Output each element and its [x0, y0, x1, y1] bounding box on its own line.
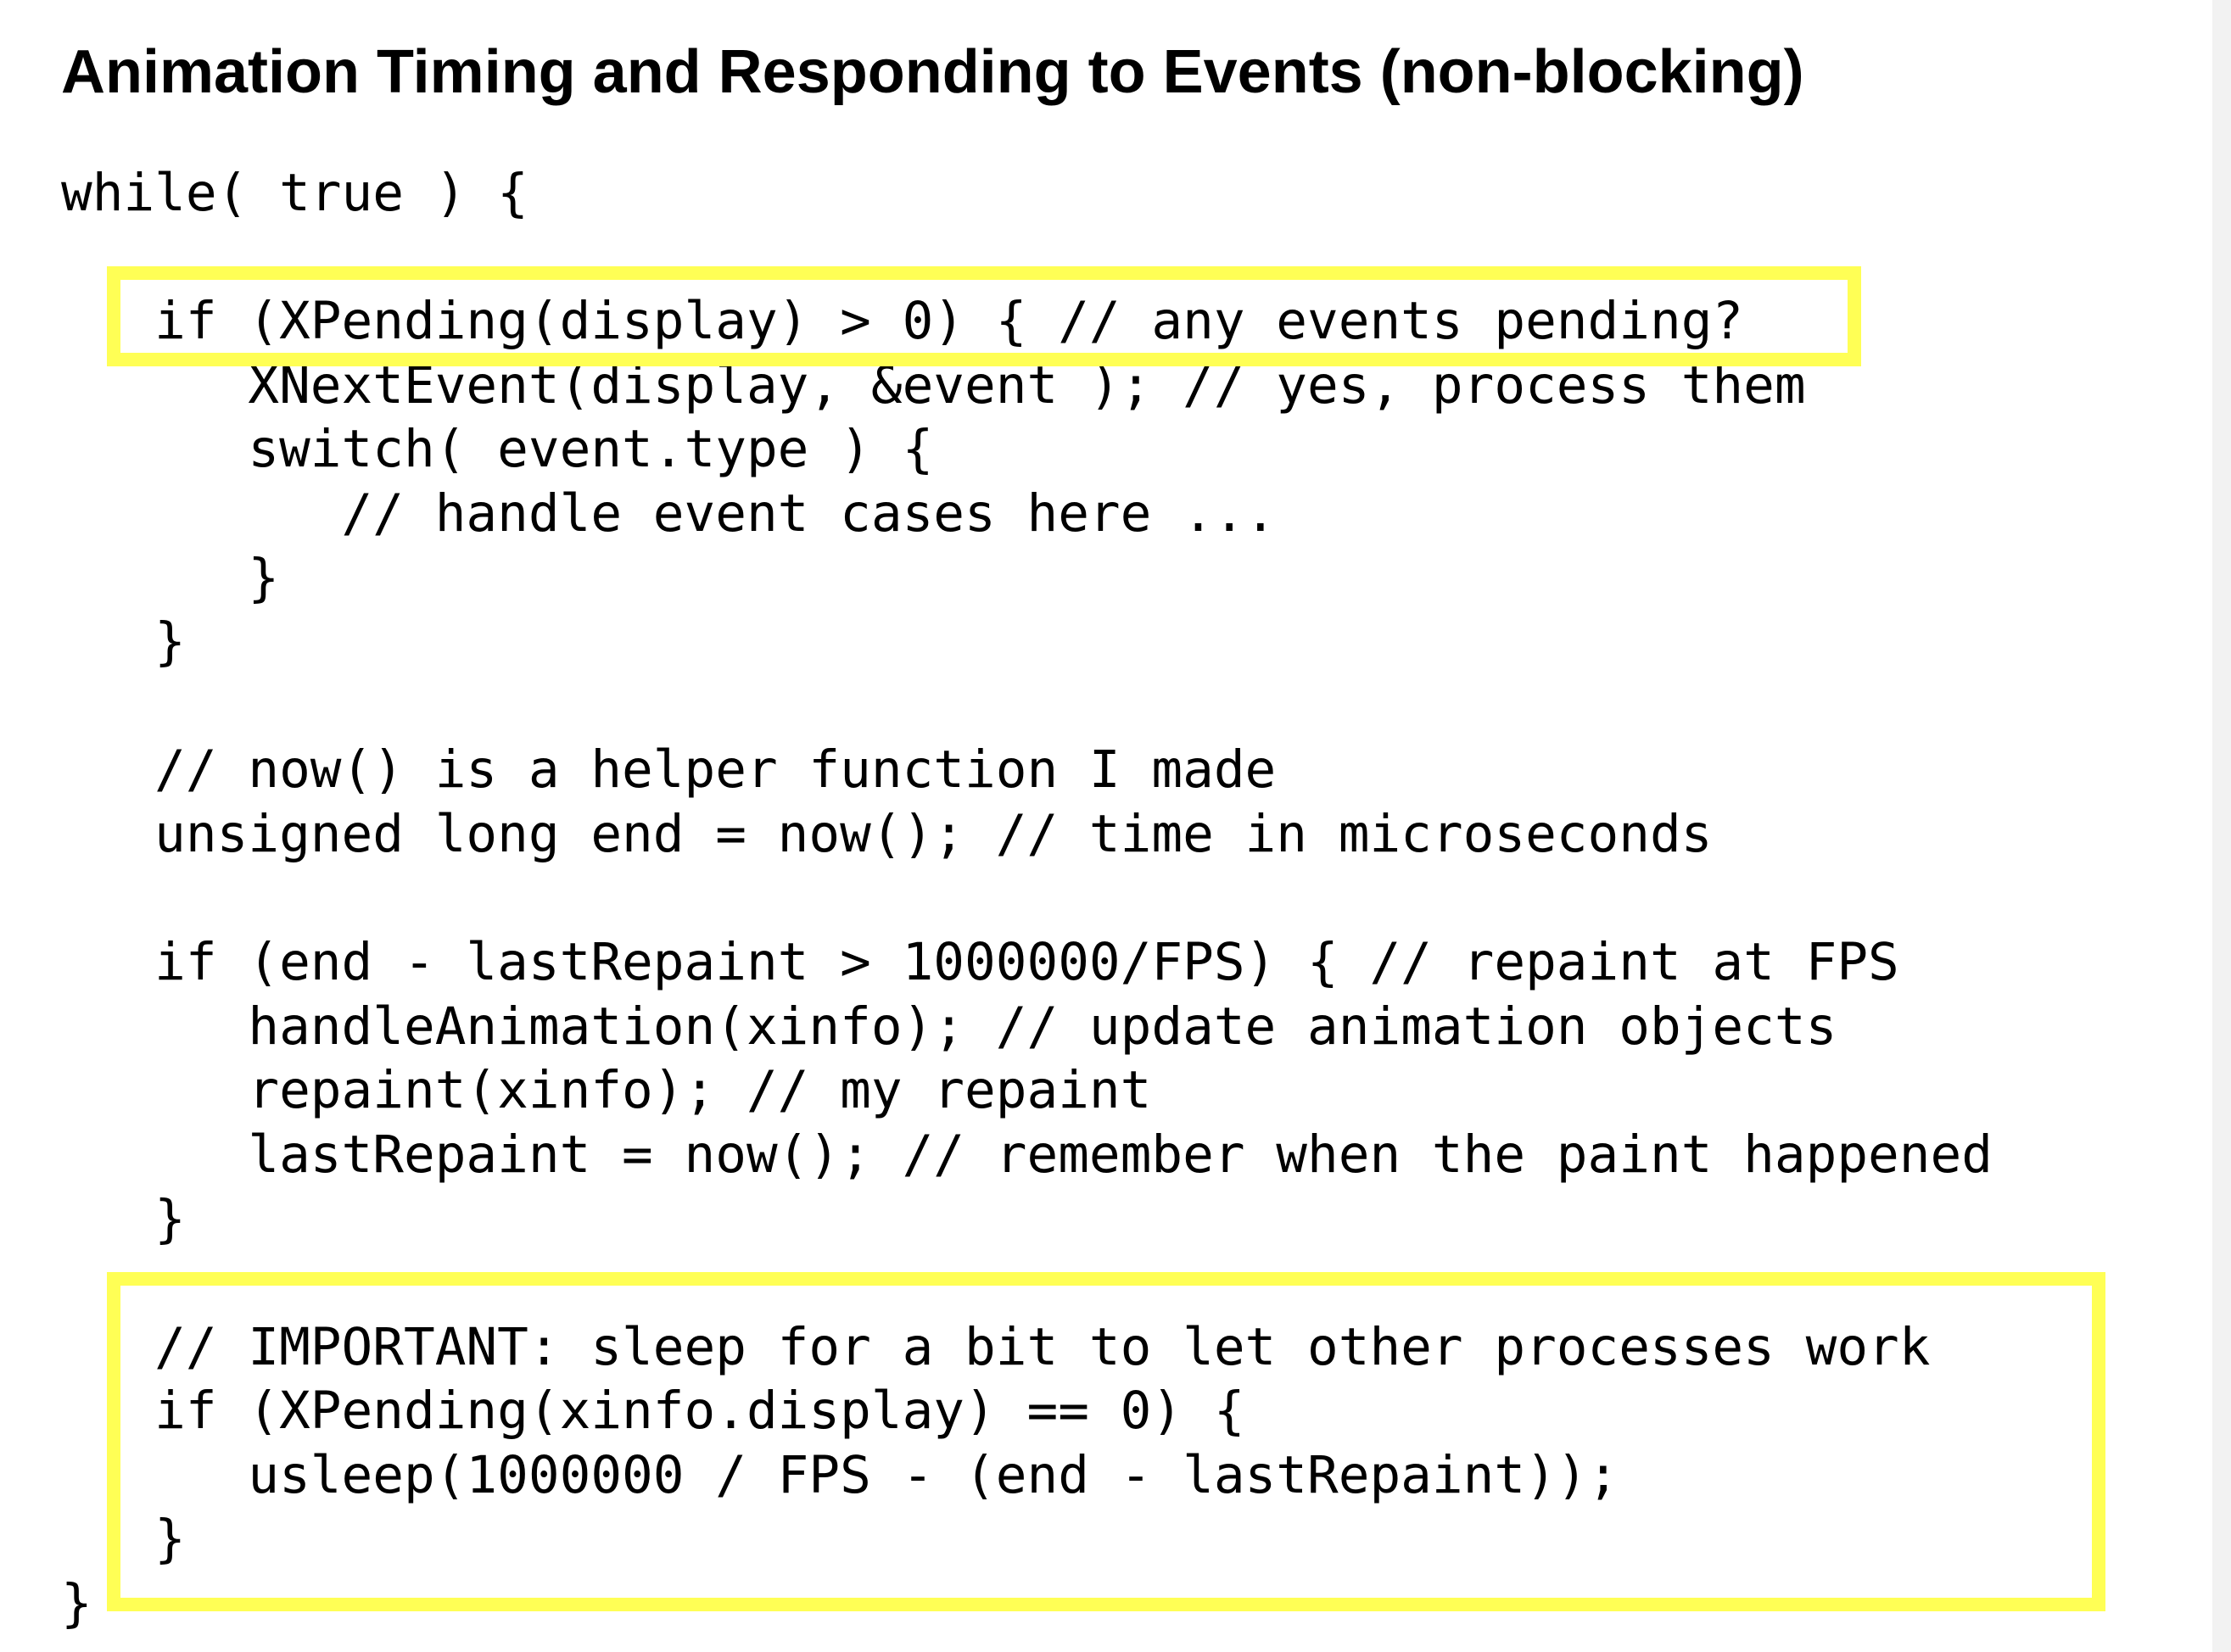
code-line: while( true ) { — [61, 163, 528, 223]
code-line: handleAnimation(xinfo); // update animat… — [61, 996, 1837, 1057]
code-line: // now() is a helper function I made — [61, 739, 1277, 801]
code-line: repaint(xinfo); // my repaint — [61, 1060, 1152, 1121]
code-line: // handle event cases here ... — [61, 483, 1277, 544]
code-line: if (end - lastRepaint > 1000000/FPS) { /… — [61, 932, 1899, 993]
code-line: } — [61, 1188, 186, 1249]
code-line: usleep(1000000 / FPS - (end - lastRepain… — [61, 1444, 1619, 1505]
code-line: switch( event.type ) { — [61, 419, 934, 480]
code-line: } — [61, 547, 280, 608]
code-line: // IMPORTANT: sleep for a bit to let oth… — [61, 1316, 1931, 1377]
code-line: unsigned long end = now(); // time in mi… — [61, 803, 1713, 864]
code-line: if (XPending(display) > 0) { // any even… — [61, 291, 1744, 352]
code-line: XNextEvent(display, &event ); // yes, pr… — [61, 354, 1806, 416]
slide-title: Animation Timing and Responding to Event… — [61, 38, 1804, 106]
code-line: lastRepaint = now(); // remember when th… — [61, 1124, 1993, 1185]
code-line: if (XPending(xinfo.display) == 0) { — [61, 1381, 1245, 1442]
code-line: } — [61, 1573, 92, 1634]
code-line: } — [61, 1509, 186, 1570]
code-block: while( true ) { if (XPending(display) > … — [61, 161, 1993, 1636]
slide: Animation Timing and Responding to Event… — [0, 0, 2231, 1652]
slide-edge — [2212, 0, 2231, 1652]
code-line: } — [61, 611, 186, 673]
